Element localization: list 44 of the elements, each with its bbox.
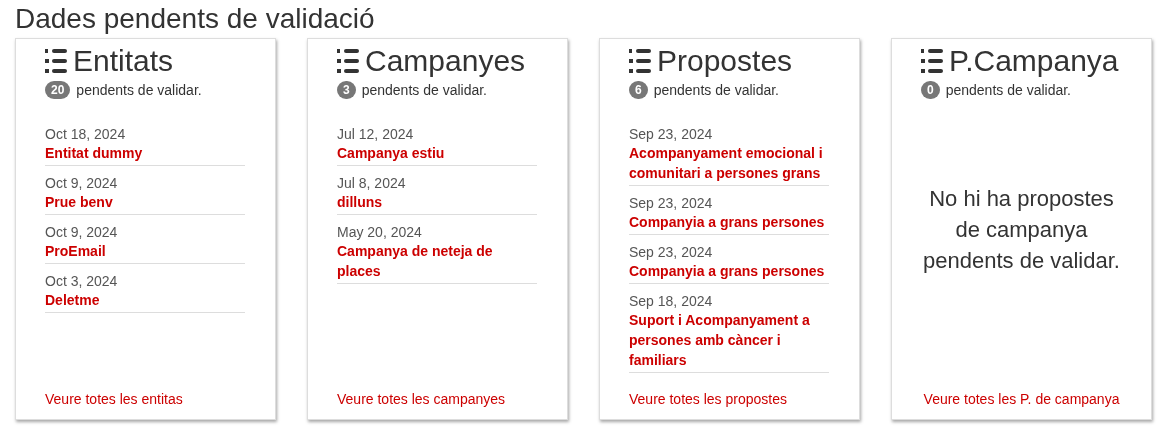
item-date: Jul 8, 2024 — [337, 174, 407, 192]
item-link[interactable]: Acompanyament emocional i comunitari a persones grans — [629, 143, 829, 183]
item-link[interactable]: Deletme — [45, 290, 245, 310]
view-all-link[interactable]: Veure totes les propostes — [629, 391, 787, 407]
numbered-list-icon — [629, 46, 651, 76]
view-all-link[interactable]: Veure totes les P. de campanya — [923, 391, 1120, 407]
card-title: Entitats — [73, 43, 174, 79]
item-link[interactable]: Suport i Acompanyament a persones amb càncer i familiars — [629, 310, 829, 370]
page-title: Dades pendents de validació — [15, 2, 376, 36]
view-all-link[interactable]: Veure totes les entitas — [45, 391, 183, 407]
count-badge: 0 — [921, 81, 940, 99]
item-date: Sep 18, 2024 — [629, 292, 714, 310]
count-label: pendents de validar. — [361, 82, 487, 98]
card-title: Campanyes — [365, 43, 526, 79]
item-date: Oct 3, 2024 — [45, 272, 119, 290]
item-date: Oct 9, 2024 — [45, 223, 119, 241]
count-badge: 3 — [337, 81, 356, 99]
count-label: pendents de validar. — [945, 82, 1071, 98]
item-date: Sep 23, 2024 — [629, 125, 714, 143]
count-label: pendents de validar. — [653, 82, 779, 98]
item-link[interactable]: Companyia a grans persones — [629, 261, 829, 281]
empty-message: No hi ha propostes de campanya pendents de validar. — [922, 184, 1121, 275]
item-link[interactable]: ProEmail — [45, 241, 245, 261]
item-link[interactable]: Campanya de neteja de places — [337, 241, 537, 281]
count-badge: 20 — [45, 81, 71, 99]
item-link[interactable]: Prue benv — [45, 192, 245, 212]
view-all-link[interactable]: Veure totes les campanyes — [337, 391, 506, 407]
numbered-list-icon — [45, 46, 67, 76]
item-date: Jul 12, 2024 — [337, 125, 415, 143]
card-title: P.Campanya — [949, 43, 1119, 79]
item-date: Sep 23, 2024 — [629, 194, 714, 212]
item-date: Sep 23, 2024 — [629, 243, 714, 261]
item-date: May 20, 2024 — [337, 223, 423, 241]
count-label: pendents de validar. — [76, 82, 202, 98]
item-date: Oct 18, 2024 — [45, 125, 127, 143]
item-link[interactable]: Companyia a grans persones — [629, 212, 829, 232]
count-badge: 6 — [629, 81, 648, 99]
item-date: Oct 9, 2024 — [45, 174, 119, 192]
numbered-list-icon — [921, 46, 943, 76]
item-link[interactable]: Campanya estiu — [337, 143, 537, 163]
item-link[interactable]: dilluns — [337, 192, 537, 212]
item-link[interactable]: Entitat dummy — [45, 143, 245, 163]
card-title: Propostes — [657, 43, 793, 79]
numbered-list-icon — [337, 46, 359, 76]
